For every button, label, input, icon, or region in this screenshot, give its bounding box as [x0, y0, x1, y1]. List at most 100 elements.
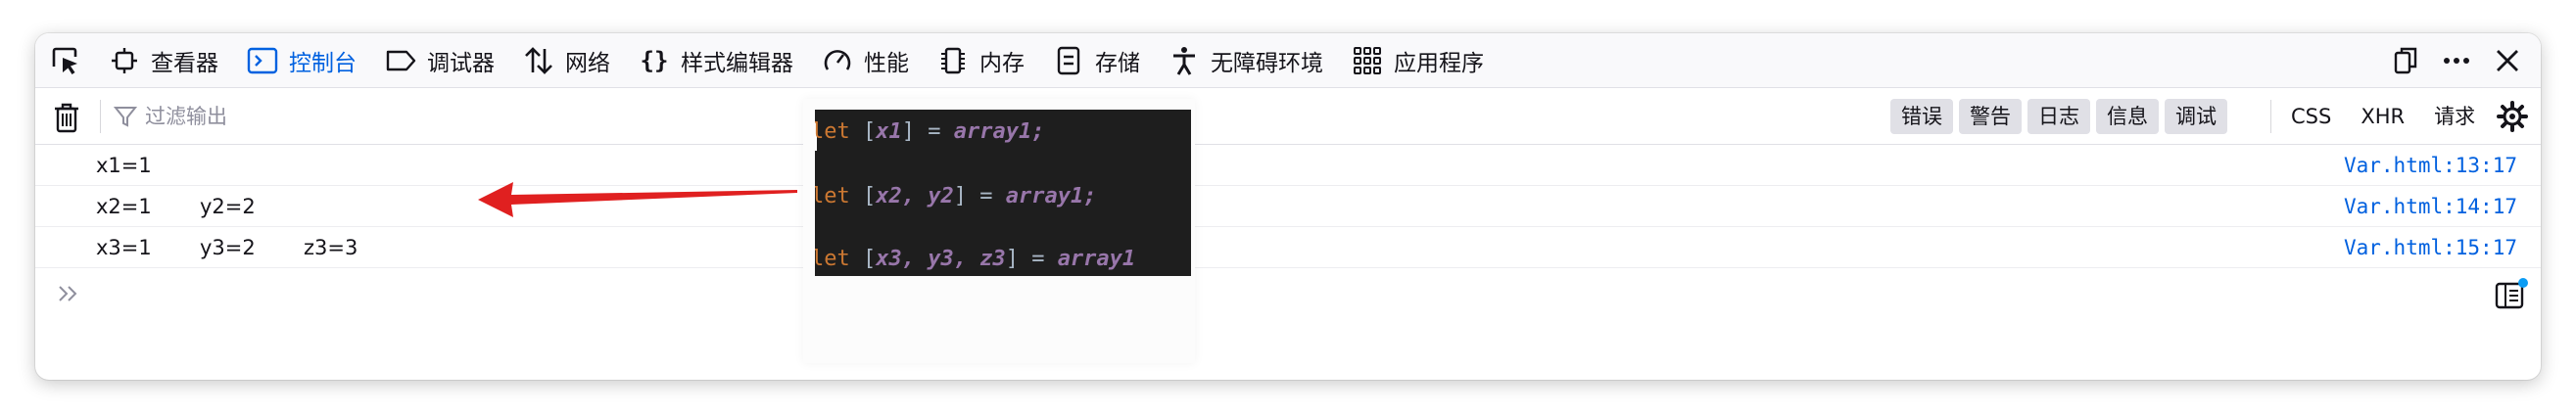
code-expression: array1;	[953, 119, 1045, 144]
code-keyword: let	[815, 247, 850, 271]
element-picker-icon	[52, 47, 77, 74]
console-output: x1=1 Var.html:13:17 x2=1 y2=2 Var.html:1…	[35, 145, 2541, 268]
tab-performance[interactable]: 性能	[807, 33, 923, 88]
logged-value: y3=2	[200, 236, 256, 259]
storage-icon	[1052, 44, 1085, 77]
editor-mode-toggle[interactable]	[2492, 276, 2531, 311]
filter-requests-button[interactable]: 请求	[2419, 99, 2490, 134]
tab-debugger[interactable]: 调试器	[370, 33, 508, 88]
more-options-button[interactable]	[2431, 33, 2482, 88]
filter-warnings-button[interactable]: 警告	[1959, 99, 2022, 134]
dock-side-icon	[2394, 47, 2417, 74]
gear-icon	[2497, 101, 2528, 132]
message-text: x1=1	[96, 145, 200, 186]
logged-value: y2=2	[200, 195, 256, 218]
console-message-row: x2=1 y2=2 Var.html:14:17	[35, 186, 2541, 227]
trash-icon	[55, 103, 78, 133]
code-line: let [x3, y3, z3] = array1	[815, 247, 1135, 271]
svg-text:{}: {}	[641, 47, 669, 74]
tab-network[interactable]: 网络	[508, 33, 624, 88]
source-link[interactable]: Var.html:14:17	[2344, 186, 2517, 227]
tab-label: 网络	[565, 50, 610, 76]
console-icon	[246, 44, 279, 77]
tab-label: 内存	[979, 50, 1025, 76]
filter-errors-button[interactable]: 错误	[1890, 99, 1953, 134]
console-input-row	[35, 270, 2541, 319]
code-punctuation: [	[849, 184, 877, 208]
tab-storage[interactable]: 存储	[1038, 33, 1154, 88]
tab-label: 应用程序	[1394, 50, 1484, 76]
logged-value: x2=1	[96, 195, 152, 218]
filter-input[interactable]	[145, 105, 733, 128]
tab-inspector[interactable]: 查看器	[94, 33, 232, 88]
tab-label: 控制台	[289, 50, 357, 76]
logged-value: z3=3	[304, 236, 358, 259]
tab-console[interactable]: 控制台	[232, 33, 370, 88]
multiline-editor-icon	[2495, 278, 2528, 309]
dock-side-button[interactable]	[2380, 33, 2431, 88]
code-variables: x3, y3, z3	[876, 247, 1006, 271]
tab-application[interactable]: 应用程序	[1337, 33, 1498, 88]
console-settings-button[interactable]	[2492, 96, 2533, 137]
console-filter-toolbar: 错误 警告 日志 信息 调试 CSS XHR 请求	[35, 88, 2541, 145]
code-snippet: let [x1] = array1; let [x2, y2] = array1…	[815, 110, 1191, 276]
memory-icon	[936, 44, 970, 77]
accessibility-icon	[1168, 44, 1201, 77]
filter-icon	[114, 107, 137, 127]
tab-style-editor[interactable]: {} 样式编辑器	[624, 33, 807, 88]
prompt-chevron-icon	[51, 276, 86, 311]
code-expression: array1;	[1005, 184, 1097, 208]
element-picker-button[interactable]	[35, 33, 94, 88]
filter-field[interactable]	[114, 98, 733, 135]
console-message-row: x3=1 y3=2 z3=3 Var.html:15:17	[35, 227, 2541, 268]
code-punctuation: ] =	[901, 119, 954, 144]
close-devtools-button[interactable]	[2482, 33, 2533, 88]
toolbar-divider	[2270, 100, 2271, 133]
devtools-tab-toolbar: 查看器 控制台 调试器 网络 {} 样式编辑器 性能 内存 存储 无障碍环境 应…	[35, 33, 2541, 88]
application-icon	[1351, 44, 1384, 77]
message-text: x3=1 y3=2 z3=3	[96, 227, 407, 268]
code-keyword: let	[815, 184, 850, 208]
source-link[interactable]: Var.html:13:17	[2344, 145, 2517, 186]
filter-xhr-button[interactable]: XHR	[2346, 99, 2419, 134]
tab-accessibility[interactable]: 无障碍环境	[1154, 33, 1337, 88]
tab-label: 调试器	[427, 50, 495, 76]
tab-label: 性能	[864, 50, 909, 76]
style-editor-icon: {}	[638, 44, 671, 77]
code-punctuation: [	[849, 119, 877, 144]
performance-icon	[821, 44, 854, 77]
tab-memory[interactable]: 内存	[923, 33, 1038, 88]
log-level-filters: 错误 警告 日志 信息 调试	[1890, 99, 2227, 134]
devtools-window: 查看器 控制台 调试器 网络 {} 样式编辑器 性能 内存 存储 无障碍环境 应…	[35, 33, 2541, 380]
code-punctuation: [	[849, 247, 877, 271]
message-text: x2=1 y2=2	[96, 186, 304, 227]
console-message-row: x1=1 Var.html:13:17	[35, 145, 2541, 186]
filter-debug-button[interactable]: 调试	[2165, 99, 2227, 134]
filter-info-button[interactable]: 信息	[2096, 99, 2159, 134]
code-punctuation: ] =	[1005, 247, 1058, 271]
code-variables: x1	[876, 119, 902, 144]
code-keyword: let	[815, 119, 850, 144]
debugger-icon	[384, 44, 417, 77]
annotation-arrow	[478, 182, 797, 217]
more-icon	[2444, 58, 2469, 64]
toolbar-divider	[100, 100, 101, 133]
close-icon	[2497, 50, 2518, 71]
code-variables: x2, y2	[876, 184, 954, 208]
code-line: let [x1] = array1;	[815, 119, 1044, 144]
logged-value: x1=1	[96, 154, 152, 177]
tab-label: 无障碍环境	[1211, 50, 1323, 76]
network-filters: CSS XHR 请求	[2276, 99, 2490, 134]
code-expression: array1	[1057, 247, 1136, 271]
source-link[interactable]: Var.html:15:17	[2344, 227, 2517, 268]
toolbar-controls	[2380, 33, 2533, 88]
clear-console-button[interactable]	[47, 98, 86, 137]
code-punctuation: ] =	[953, 184, 1006, 208]
tab-label: 存储	[1095, 50, 1140, 76]
filter-css-button[interactable]: CSS	[2276, 99, 2346, 134]
tab-label: 查看器	[151, 50, 218, 76]
tab-label: 样式编辑器	[681, 50, 793, 76]
filter-logs-button[interactable]: 日志	[2027, 99, 2090, 134]
inspector-icon	[108, 44, 141, 77]
logged-value: x3=1	[96, 236, 152, 259]
